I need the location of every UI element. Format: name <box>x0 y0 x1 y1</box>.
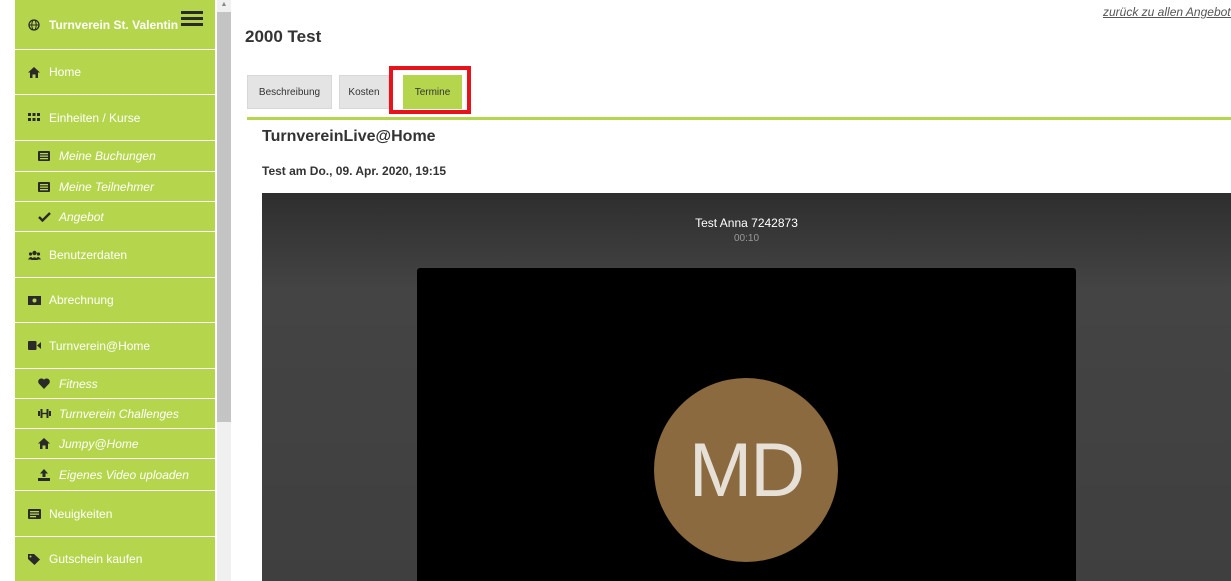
avatar: MD <box>654 378 838 562</box>
sidebar-item-label: Meine Teilnehmer <box>59 179 154 194</box>
sidebar-brand[interactable]: Turnverein St. Valentin <box>15 0 215 50</box>
sidebar-item-meine-buchungen[interactable]: Meine Buchungen <box>15 141 215 172</box>
caller-name: Test Anna 7242873 <box>695 216 798 230</box>
sidebar-item-abrechnung[interactable]: Abrechnung <box>15 278 215 323</box>
home-icon <box>27 66 41 78</box>
hamburger-menu-icon[interactable] <box>181 11 203 27</box>
sidebar-item-meine-teilnehmer[interactable]: Meine Teilnehmer <box>15 172 215 202</box>
tab-kosten[interactable]: Kosten <box>339 75 389 109</box>
check-icon <box>37 211 51 222</box>
sidebar-menu: Turnverein St. Valentin Home Einheiten /… <box>15 0 215 581</box>
sidebar-item-label: Home <box>49 65 82 79</box>
sidebar-item-neuigkeiten[interactable]: Neuigkeiten <box>15 491 215 537</box>
home-icon <box>37 438 51 449</box>
brand-name: Turnverein St. Valentin <box>49 17 179 32</box>
sidebar-item-label: Benutzerdaten <box>49 247 128 262</box>
sidebar-item-label: Turnverein@Home <box>49 338 151 353</box>
scroll-up-arrow-icon[interactable]: ▲ <box>217 0 231 12</box>
back-to-offers-link[interactable]: zurück zu allen Angeboten <box>1103 5 1231 19</box>
sidebar-item-fitness[interactable]: Fitness <box>15 369 215 399</box>
money-icon <box>27 295 41 305</box>
sidebar: Turnverein St. Valentin Home Einheiten /… <box>0 0 231 581</box>
list-icon <box>37 181 51 192</box>
sidebar-item-label: Gutschein kaufen <box>49 552 143 566</box>
sidebar-item-label: Jumpy@Home <box>59 436 139 451</box>
users-icon <box>27 250 41 260</box>
list-icon <box>37 151 51 161</box>
sidebar-item-label: Neuigkeiten <box>49 506 113 521</box>
sidebar-item-benutzerdaten[interactable]: Benutzerdaten <box>15 232 215 278</box>
session-date: Test am Do., 09. Apr. 2020, 19:15 <box>262 164 447 178</box>
sidebar-item-einheiten-kurse[interactable]: Einheiten / Kurse <box>15 95 215 141</box>
tab-highlight-box <box>389 66 471 114</box>
dumbbell-icon <box>37 409 51 418</box>
sidebar-item-eigenes-video-uploaden[interactable]: Eigenes Video uploaden <box>15 459 215 491</box>
sidebar-item-turnverein-challenges[interactable]: Turnverein Challenges <box>15 399 215 429</box>
video-frame: MD <box>417 268 1076 581</box>
sidebar-item-home[interactable]: Home <box>15 50 215 95</box>
tab-underline <box>247 117 1231 120</box>
heart-icon <box>37 378 51 389</box>
sidebar-item-gutschein-kaufen[interactable]: Gutschein kaufen <box>15 537 215 581</box>
sidebar-item-label: Meine Buchungen <box>59 149 156 163</box>
sidebar-item-label: Fitness <box>59 376 98 391</box>
sidebar-item-label: Abrechnung <box>49 293 114 307</box>
section-title: TurnvereinLive@Home <box>262 128 436 145</box>
sidebar-scroll-thumb[interactable] <box>217 12 231 422</box>
sidebar-item-label: Angebot <box>59 209 104 224</box>
tab-beschreibung[interactable]: Beschreibung <box>247 75 332 109</box>
newspaper-icon <box>27 508 41 519</box>
video-icon <box>27 341 41 350</box>
upload-icon <box>37 468 51 481</box>
avatar-initials: MD <box>688 427 805 513</box>
page-title: 2000 Test <box>245 27 322 46</box>
grid-icon <box>27 112 41 123</box>
sidebar-item-angebot[interactable]: Angebot <box>15 202 215 232</box>
tag-icon <box>27 553 41 565</box>
call-duration: 00:10 <box>733 233 760 244</box>
globe-icon <box>27 18 41 31</box>
sidebar-item-label: Eigenes Video uploaden <box>59 467 189 482</box>
sidebar-item-jumpy-home[interactable]: Jumpy@Home <box>15 429 215 459</box>
sidebar-item-turnverein-home[interactable]: Turnverein@Home <box>15 323 215 369</box>
video-call-panel[interactable]: Test Anna 7242873 00:10 MD <box>262 193 1231 581</box>
sidebar-item-label: Turnverein Challenges <box>59 406 179 421</box>
sidebar-item-label: Einheiten / Kurse <box>49 110 141 125</box>
